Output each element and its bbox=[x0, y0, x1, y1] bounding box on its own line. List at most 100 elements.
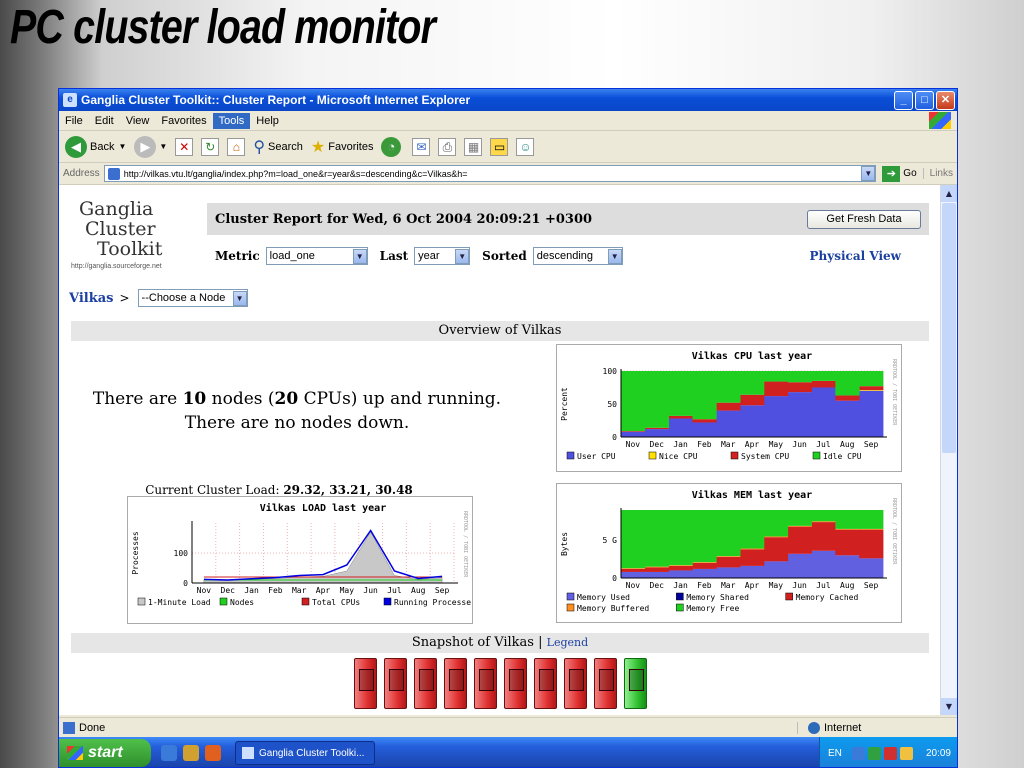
start-button[interactable]: start bbox=[59, 739, 151, 767]
get-fresh-data-button[interactable]: Get Fresh Data bbox=[807, 210, 921, 229]
x-tick-label: Nov bbox=[626, 581, 641, 590]
area-segment bbox=[835, 400, 860, 437]
stop-icon[interactable]: ✕ bbox=[175, 137, 194, 156]
menu-edit[interactable]: Edit bbox=[89, 113, 120, 129]
last-value: year bbox=[418, 250, 440, 262]
messenger-icon[interactable]: ☺ bbox=[516, 137, 535, 156]
logo-line-2: Cluster bbox=[85, 218, 156, 240]
favorites-button[interactable]: ★ Favorites bbox=[311, 137, 374, 157]
area-segment bbox=[716, 567, 741, 578]
area-segment bbox=[740, 371, 765, 395]
node-icon[interactable] bbox=[384, 658, 407, 709]
node-select-value: --Choose a Node bbox=[141, 292, 226, 304]
scroll-up-icon[interactable]: ▲ bbox=[941, 185, 957, 202]
menu-favorites[interactable]: Favorites bbox=[155, 113, 212, 129]
mail-icon[interactable]: ✉ bbox=[412, 137, 431, 156]
area-segment bbox=[644, 567, 670, 572]
tray-icon[interactable] bbox=[899, 746, 913, 760]
area-segment bbox=[716, 510, 741, 557]
area-segment bbox=[787, 553, 812, 578]
physical-view-link[interactable]: Physical View bbox=[810, 249, 901, 263]
legend-link[interactable]: Legend bbox=[547, 636, 589, 649]
x-tick-label: Nov bbox=[626, 440, 641, 449]
vertical-scrollbar[interactable]: ▲ ▼ bbox=[940, 185, 957, 715]
cpu-graph[interactable]: Vilkas CPU last year Percent RRDTOOL / TOB… bbox=[556, 344, 902, 472]
menu-help[interactable]: Help bbox=[250, 113, 285, 129]
address-bar: Address http://vilkas.vtu.lt/ganglia/ind… bbox=[59, 163, 957, 185]
metric-select[interactable]: load_one ▼ bbox=[265, 247, 368, 265]
minimize-button[interactable]: _ bbox=[894, 90, 913, 110]
menu-view[interactable]: View bbox=[120, 113, 156, 129]
tray-icon[interactable] bbox=[851, 746, 865, 760]
status-text: Done bbox=[79, 721, 106, 734]
x-tick-label: Jan bbox=[244, 586, 259, 595]
snapshot-header: Snapshot of Vilkas | Legend bbox=[71, 633, 929, 653]
snapshot-separator: | bbox=[538, 635, 543, 650]
start-label: start bbox=[88, 744, 123, 761]
node-icon[interactable] bbox=[504, 658, 527, 709]
node-icon[interactable] bbox=[534, 658, 557, 709]
back-button[interactable]: ◀ Back ▼ bbox=[65, 135, 126, 158]
node-icon[interactable] bbox=[474, 658, 497, 709]
y-tick-label: 50 bbox=[607, 400, 617, 409]
x-tick-label: Jun bbox=[792, 440, 807, 449]
legend-label: Nice CPU bbox=[659, 452, 698, 461]
window-titlebar[interactable]: e Ganglia Cluster Toolkit:: Cluster Repo… bbox=[59, 89, 957, 111]
sorted-select[interactable]: descending ▼ bbox=[532, 247, 623, 265]
edit-icon[interactable]: ▦ bbox=[464, 137, 483, 156]
area-segment bbox=[811, 550, 836, 578]
menu-tools[interactable]: Tools bbox=[212, 112, 251, 129]
menu-file[interactable]: File bbox=[59, 113, 89, 129]
address-dropdown-icon[interactable]: ▼ bbox=[861, 166, 876, 181]
legend-label: Memory Used bbox=[577, 593, 630, 602]
node-select[interactable]: --Choose a Node ▼ bbox=[137, 289, 248, 307]
node-icon[interactable] bbox=[594, 658, 617, 709]
close-button[interactable]: ✕ bbox=[936, 90, 955, 110]
area-segment bbox=[621, 568, 646, 569]
scroll-thumb[interactable] bbox=[942, 203, 956, 453]
refresh-icon[interactable]: ↻ bbox=[201, 137, 220, 156]
rrdtool-credit: RRDTOOL / TOBI OETIKER bbox=[891, 498, 897, 565]
ati-icon[interactable] bbox=[883, 746, 897, 760]
area-segment bbox=[668, 415, 693, 419]
tray-icon[interactable] bbox=[867, 746, 881, 760]
address-input[interactable]: http://vilkas.vtu.lt/ganglia/index.php?m… bbox=[103, 165, 877, 182]
node-icon[interactable] bbox=[564, 658, 587, 709]
links-button[interactable]: Links bbox=[922, 168, 953, 179]
ganglia-logo[interactable]: Ganglia Cluster Toolkit http://ganglia.s… bbox=[71, 199, 203, 270]
scroll-down-icon[interactable]: ▼ bbox=[941, 698, 957, 715]
node-icon[interactable] bbox=[444, 658, 467, 709]
x-tick-label: Mar bbox=[721, 581, 736, 590]
last-select[interactable]: year ▼ bbox=[414, 247, 471, 265]
ie-page-icon bbox=[242, 747, 254, 759]
history-icon[interactable]: ◔ bbox=[381, 136, 402, 157]
legend-swatch bbox=[785, 592, 793, 601]
cluster-link[interactable]: Vilkas bbox=[69, 291, 113, 306]
forward-button[interactable]: ▶ ▼ bbox=[134, 135, 167, 158]
discuss-icon[interactable]: ▭ bbox=[490, 137, 509, 156]
area-segment bbox=[692, 562, 717, 563]
load-graph[interactable]: Vilkas LOAD last year Processes RRDTOOL / … bbox=[127, 496, 473, 624]
language-indicator[interactable]: EN bbox=[828, 748, 842, 759]
page-content: Ganglia Cluster Toolkit http://ganglia.s… bbox=[59, 185, 941, 715]
ie-icon[interactable] bbox=[161, 745, 177, 761]
go-button[interactable]: ➔ Go bbox=[882, 165, 917, 182]
legend-label: Memory Buffered bbox=[577, 604, 649, 613]
node-icon[interactable] bbox=[354, 658, 377, 709]
search-button[interactable]: ⚲ Search bbox=[253, 137, 303, 157]
back-dropdown-icon[interactable]: ▼ bbox=[118, 142, 126, 151]
snapshot-title: Snapshot of Vilkas bbox=[411, 635, 534, 650]
favorites-label: Favorites bbox=[328, 140, 374, 153]
print-icon[interactable]: ⎙ bbox=[438, 137, 457, 156]
x-tick-label: Sep bbox=[864, 581, 879, 590]
forward-dropdown-icon[interactable]: ▼ bbox=[159, 142, 167, 151]
node-icon[interactable] bbox=[624, 658, 647, 709]
home-icon[interactable]: ⌂ bbox=[227, 137, 246, 156]
app-icon[interactable] bbox=[205, 745, 221, 761]
mem-graph[interactable]: Vilkas MEM last year Bytes RRDTOOL / TOBI … bbox=[556, 483, 902, 623]
maximize-button[interactable]: □ bbox=[915, 90, 934, 110]
x-tick-label: Apr bbox=[316, 586, 331, 595]
media-icon[interactable] bbox=[183, 745, 199, 761]
taskbar-task[interactable]: Ganglia Cluster Toolki... bbox=[235, 741, 375, 765]
node-icon[interactable] bbox=[414, 658, 437, 709]
